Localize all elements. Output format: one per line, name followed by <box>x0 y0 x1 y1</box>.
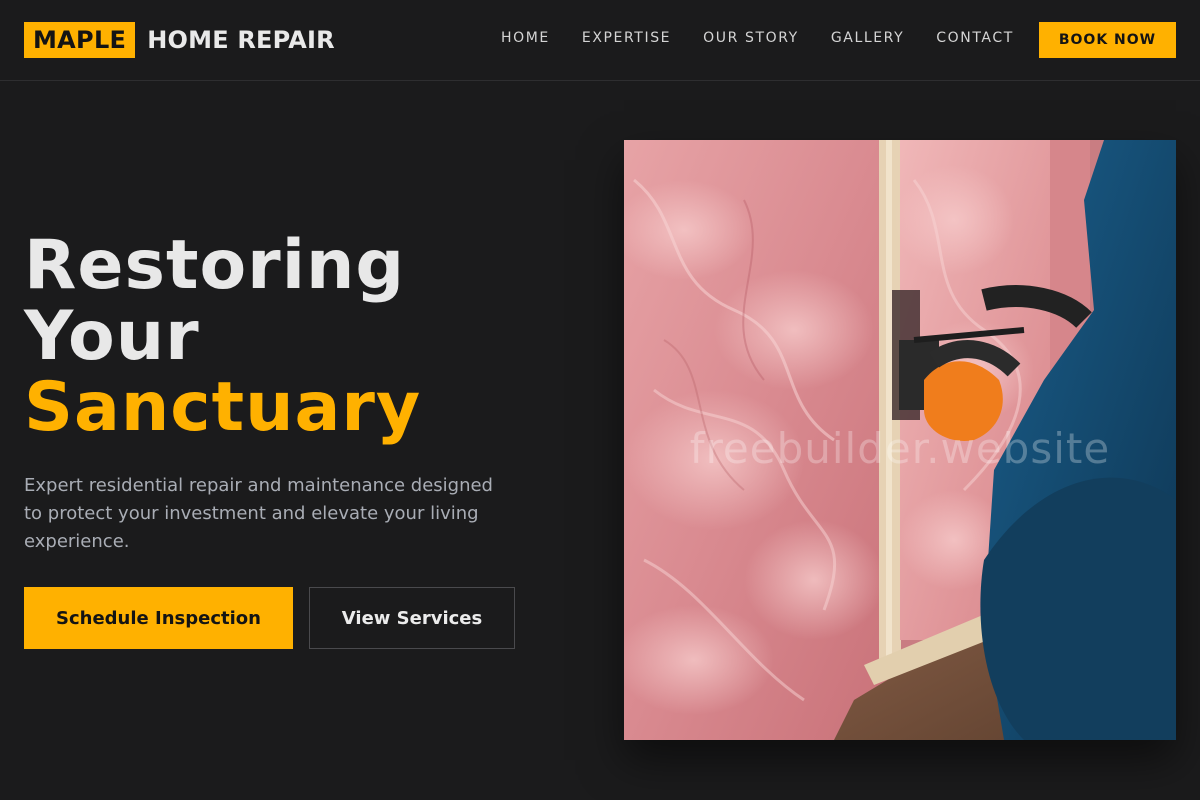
nav-our-story[interactable]: OUR STORY <box>703 29 799 47</box>
insulation-photo <box>624 140 1176 740</box>
logo-mark: MAPLE <box>24 22 136 58</box>
book-now-button[interactable]: BOOK NOW <box>1039 22 1176 58</box>
logo-text: HOME REPAIR <box>147 26 335 54</box>
nav-expertise[interactable]: EXPERTISE <box>582 29 671 47</box>
hero-title: Restoring Your Sanctuary <box>24 230 421 443</box>
nav-home[interactable]: HOME <box>501 29 550 47</box>
hero-title-accent: Sanctuary <box>24 368 422 447</box>
view-services-button[interactable]: View Services <box>309 587 515 649</box>
hero-title-line-1: Restoring <box>24 226 406 305</box>
main-nav: HOME EXPERTISE OUR STORY GALLERY CONTACT <box>501 29 1046 47</box>
logo[interactable]: MAPLE HOME REPAIR <box>24 22 335 58</box>
hero-image: freebuilder.website <box>624 140 1176 740</box>
nav-contact[interactable]: CONTACT <box>936 29 1014 47</box>
schedule-inspection-button[interactable]: Schedule Inspection <box>24 587 293 649</box>
hero-description: Expert residential repair and maintenanc… <box>24 475 493 552</box>
nav-gallery[interactable]: GALLERY <box>831 29 904 47</box>
site-header: MAPLE HOME REPAIR HOME EXPERTISE OUR STO… <box>0 0 1200 81</box>
hero-title-line-2: Your <box>24 297 200 376</box>
